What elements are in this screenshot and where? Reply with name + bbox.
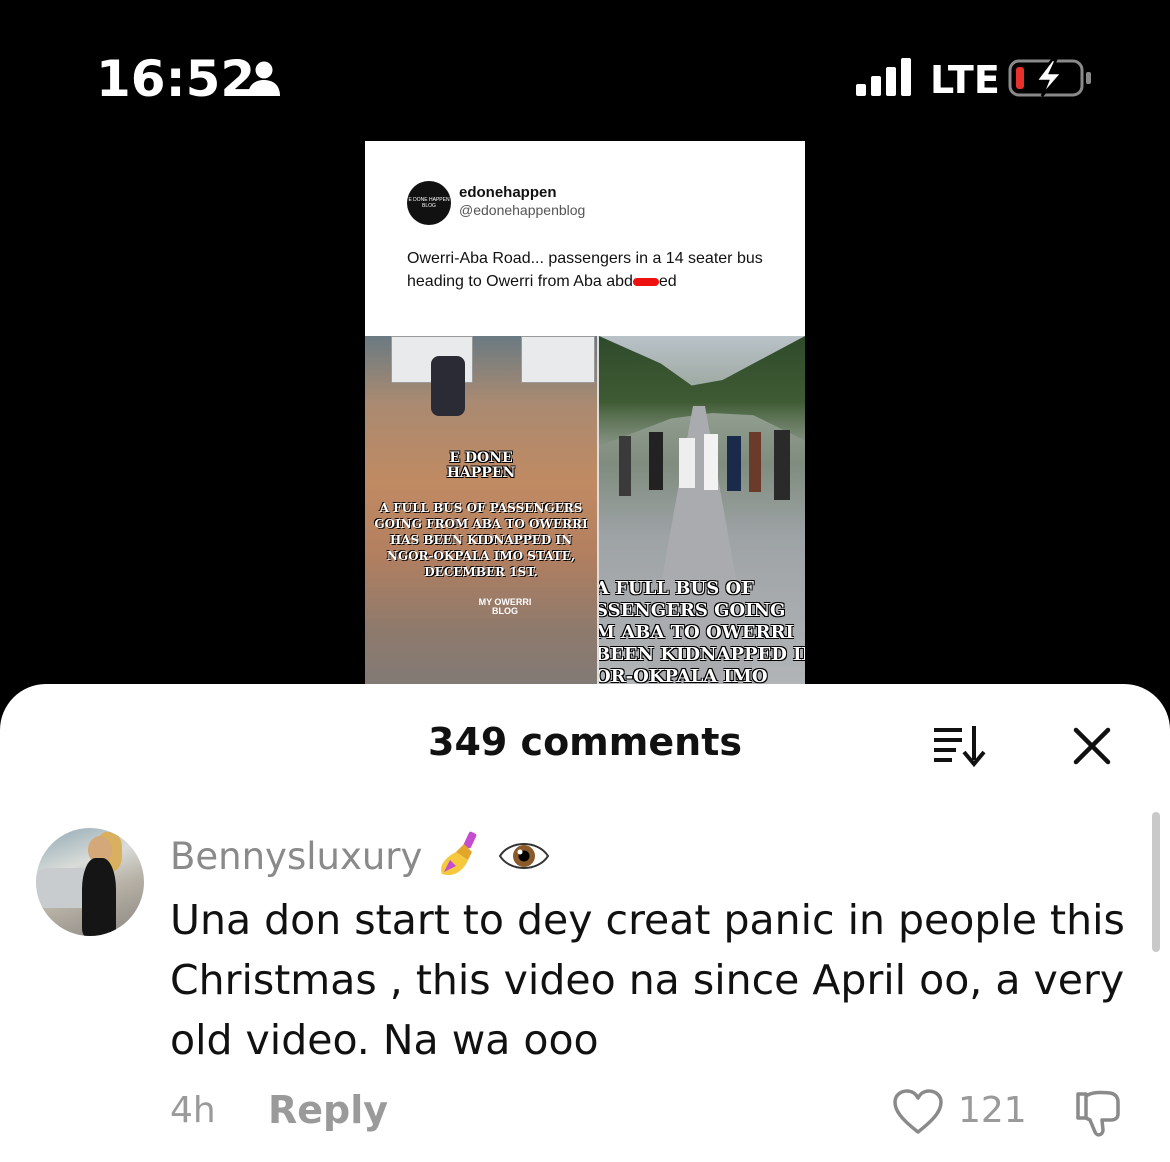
scrollbar[interactable] [1152, 812, 1160, 952]
video-player[interactable]: E DONE HAPPEN BLOG edonehappen @edonehap… [365, 141, 805, 701]
signal-icon [856, 58, 911, 96]
post-avatar: E DONE HAPPEN BLOG [407, 181, 451, 225]
status-time: 16:52 [96, 50, 256, 108]
post-text-end: ed [658, 273, 677, 290]
caption-line: M ABA TO OWERRI [599, 622, 794, 643]
thumbs-down-icon[interactable] [1072, 1088, 1124, 1140]
comment-text: Una don start to dey creat panic in peop… [170, 896, 1125, 1064]
video-frame-right: A FULL BUS OF SSENGERS GOING M ABA TO OW… [599, 336, 805, 701]
person-icon [248, 61, 280, 96]
redaction-mark [632, 277, 659, 286]
caption-line: SSENGERS GOING [599, 600, 786, 621]
battery-charging-icon [1008, 58, 1091, 97]
status-bar: 16:52 LTE [0, 0, 1170, 130]
comments-count-title: 349 comments [428, 720, 742, 764]
like-count: 121 [958, 1090, 1027, 1131]
video-frame-left: E DONE HAPPEN A FULL BUS OF PASSENGERS G… [365, 336, 597, 701]
comment-username[interactable]: Bennysluxury [170, 830, 550, 882]
post-text: Owerri-Aba Road... passengers in a 14 se… [407, 247, 787, 293]
overlay-caption: A FULL BUS OF PASSENGERS GOING FROM ABA … [374, 501, 588, 579]
nail-polish-emoji [441, 831, 477, 876]
sort-icon[interactable] [930, 724, 990, 768]
comments-sheet: 349 comments Bennysluxury Una don start … [0, 684, 1170, 1162]
reply-button[interactable]: Reply [268, 1088, 388, 1132]
eye-emoji [499, 843, 550, 869]
avatar[interactable] [36, 828, 144, 936]
username-text[interactable]: Bennysluxury [170, 835, 422, 878]
comment-time: 4h [170, 1090, 216, 1131]
embedded-post: E DONE HAPPEN BLOG edonehappen @edonehap… [365, 141, 805, 336]
overlay-title: E DONE HAPPEN [446, 450, 516, 481]
watermark-logo: MY OWERRI BLOG [478, 597, 532, 616]
overlay-caption-right: A FULL BUS OF SSENGERS GOING M ABA TO OW… [599, 578, 805, 688]
post-author-handle: @edonehappenblog [459, 202, 586, 218]
caption-line: A FULL BUS OF [599, 578, 754, 599]
caption-line: BEEN KIDNAPPED IN [599, 644, 805, 665]
crowd-shapes [619, 430, 790, 500]
person-shape [431, 356, 465, 416]
post-text-start: Owerri-Aba Road... passengers in a 14 se… [407, 250, 763, 290]
close-icon[interactable] [1068, 722, 1116, 770]
post-author-name: edonehappen [459, 184, 557, 201]
truck-shape [521, 336, 595, 383]
network-type: LTE [930, 58, 1000, 102]
heart-icon[interactable] [892, 1088, 944, 1136]
avatar-body [82, 858, 116, 936]
